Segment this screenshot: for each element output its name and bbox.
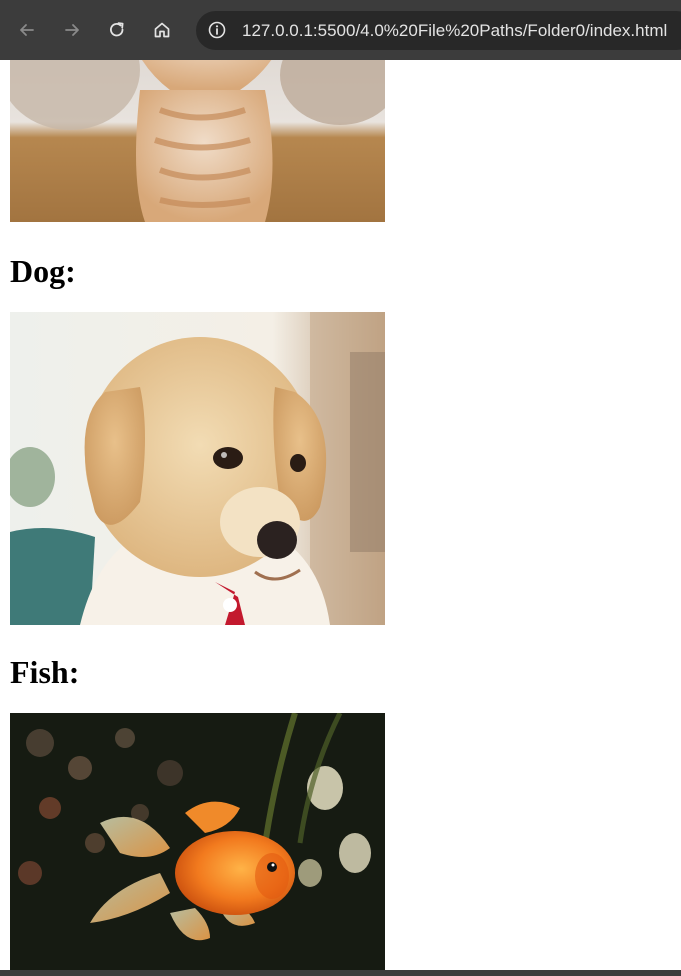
page-content: Dog: Fish: [0,60,681,970]
back-button[interactable] [11,14,43,46]
forward-button[interactable] [56,14,88,46]
home-button[interactable] [146,14,178,46]
url-text[interactable]: 127.0.0.1:5500/4.0%20File%20Paths/Folder… [242,21,667,41]
fish-heading: Fish: [10,654,80,690]
dog-image [10,312,385,625]
browser-toolbar: 127.0.0.1:5500/4.0%20File%20Paths/Folder… [0,0,681,60]
address-bar[interactable]: 127.0.0.1:5500/4.0%20File%20Paths/Folder… [196,11,681,50]
fish-image [10,713,385,970]
window-bottom-edge [0,970,681,976]
info-icon [208,21,226,39]
cat-image [10,60,385,222]
arrow-right-icon [65,24,79,36]
reload-button[interactable] [101,14,133,46]
home-icon [154,22,170,38]
reload-icon [110,22,124,37]
dog-heading: Dog: [10,253,76,289]
arrow-left-icon [20,24,34,36]
site-info-button[interactable] [204,17,230,43]
